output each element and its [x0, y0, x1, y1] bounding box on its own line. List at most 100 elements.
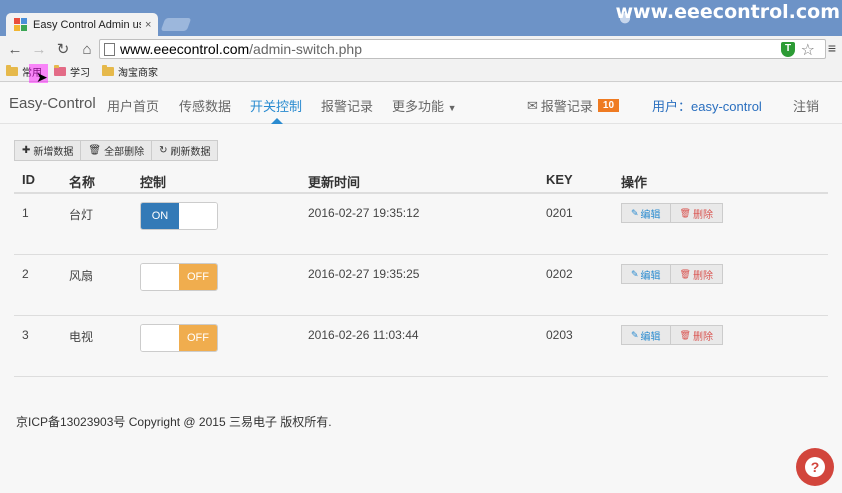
back-arrow-icon[interactable]: ← [6, 41, 24, 58]
trash-icon: 🗑 [679, 268, 691, 279]
caret-down-icon: ▼ [447, 103, 457, 113]
help-button[interactable]: ? [796, 448, 834, 486]
refresh-data-label: 刷新数据 [170, 147, 211, 158]
row-actions: ✎ 编辑 🗑 删除 [621, 264, 723, 284]
edit-button[interactable]: ✎ 编辑 [621, 203, 671, 223]
table-row: 2 风扇 OFF 2016-02-27 19:35:25 0202 ✎ 编辑 🗑 删… [14, 255, 828, 316]
tab-title: Easy Control Admin use [33, 18, 141, 31]
nav-item-sensor-data[interactable]: 传感数据 [179, 96, 231, 115]
folder-icon [102, 65, 114, 76]
toggle-switch[interactable]: OFF [140, 324, 218, 352]
edit-button[interactable]: ✎ 编辑 [621, 325, 671, 345]
edit-icon: ✎ [631, 329, 639, 340]
column-header-key: KEY [546, 172, 573, 187]
edit-button[interactable]: ✎ 编辑 [621, 264, 671, 284]
tab-close-icon[interactable]: × [145, 19, 151, 31]
toggle-switch[interactable]: OFF [140, 263, 218, 291]
forward-arrow-icon[interactable]: → [30, 41, 48, 58]
nav-item-switch-control[interactable]: 开关控制 [250, 96, 302, 115]
action-button-group: ✚ 新增数据 🗑 全部删除 ↻ 刷新数据 [14, 140, 219, 161]
trash-icon: 🗑 [679, 329, 691, 340]
delete-button[interactable]: 🗑 删除 [669, 325, 723, 345]
delete-button[interactable]: 🗑 删除 [669, 264, 723, 284]
cell-id: 1 [22, 206, 29, 220]
alarm-count-badge: 10 [597, 99, 620, 112]
bookmark-folder[interactable]: 学习 [54, 64, 90, 79]
folder-icon [6, 65, 18, 76]
cell-update-time: 2016-02-27 19:35:25 [308, 267, 420, 281]
column-header-control: 控制 [140, 175, 167, 190]
address-bar[interactable]: www.eeecontrol.com/admin-switch.php T ☆ [99, 39, 826, 59]
bookmark-star-icon[interactable]: ☆ [801, 40, 815, 60]
bookmarks-bar: 常用 学习 淘宝商家 [0, 62, 842, 82]
bookmark-label: 淘宝商家 [118, 68, 158, 79]
browser-toolbar: ← → ↻ ⌂ www.eeecontrol.com/admin-switch.… [0, 36, 842, 62]
column-header-id: ID [22, 172, 35, 187]
table-header: ID 名称 控制 更新时间 KEY 操作 [14, 165, 828, 194]
cell-name: 风扇 [69, 269, 94, 283]
shield-extension-icon[interactable]: T [781, 42, 795, 57]
edit-icon: ✎ [631, 268, 639, 279]
column-header-update-time: 更新时间 [308, 175, 361, 190]
logout-link[interactable]: 注销 [793, 96, 819, 115]
refresh-data-button[interactable]: ↻ 刷新数据 [151, 140, 219, 161]
question-mark-icon: ? [805, 457, 825, 477]
cell-id: 3 [22, 328, 29, 342]
bookmark-folder[interactable]: 淘宝商家 [102, 64, 158, 79]
new-tab-button[interactable] [160, 18, 192, 31]
nav-item-more[interactable]: 更多功能 ▼ [392, 96, 457, 115]
table-row: 1 台灯 ON 2016-02-27 19:35:12 0201 ✎ 编辑 🗑 删除 [14, 194, 828, 255]
cell-key: 0203 [546, 328, 573, 342]
row-actions: ✎ 编辑 🗑 删除 [621, 203, 723, 223]
table-row: 3 电视 OFF 2016-02-26 11:03:44 0203 ✎ 编辑 🗑 删… [14, 316, 828, 377]
edit-label: 编辑 [640, 209, 661, 221]
page-footer: 京ICP备13023903号 Copyright @ 2015 三易电子 版权所… [16, 415, 332, 429]
cell-name: 台灯 [69, 208, 94, 222]
browser-menu-icon[interactable]: ≡ [828, 40, 836, 56]
trash-icon: 🗑 [679, 207, 691, 218]
cell-name: 电视 [69, 330, 94, 344]
app-navbar: Easy-Control 用户首页 传感数据 开关控制 报警记录 更多功能 ▼ … [0, 83, 842, 124]
edit-label: 编辑 [640, 331, 661, 343]
switch-table: ID 名称 控制 更新时间 KEY 操作 1 台灯 ON 2016-02-27 … [14, 165, 828, 377]
cell-key: 0202 [546, 267, 573, 281]
edit-icon: ✎ [631, 207, 639, 218]
url-host: www.eeecontrol.com [120, 41, 250, 57]
plus-icon: ✚ [22, 145, 31, 156]
switch-off-label: OFF [179, 264, 217, 290]
delete-all-button[interactable]: 🗑 全部删除 [80, 140, 153, 161]
nav-item-alarm-records[interactable]: 报警记录 [321, 96, 373, 115]
reload-icon[interactable]: ↻ [54, 40, 72, 58]
page-icon [104, 42, 115, 56]
alarm-label: 报警记录 [540, 99, 593, 114]
column-header-actions: 操作 [621, 175, 648, 190]
browser-titlebar: Easy Control Admin use × ● www.eeecontro… [0, 0, 842, 36]
delete-label: 删除 [692, 331, 713, 343]
add-data-label: 新增数据 [33, 147, 74, 158]
delete-button[interactable]: 🗑 删除 [669, 203, 723, 223]
brand-logo[interactable]: Easy-Control [9, 95, 96, 112]
nav-item-home[interactable]: 用户首页 [107, 96, 159, 115]
switch-handle [141, 325, 179, 351]
toggle-switch[interactable]: ON [140, 202, 218, 230]
home-icon[interactable]: ⌂ [78, 41, 96, 58]
active-nav-indicator [271, 118, 283, 124]
browser-tab[interactable]: Easy Control Admin use × [6, 13, 158, 36]
cell-update-time: 2016-02-27 19:35:12 [308, 206, 420, 220]
bookmark-label: 学习 [70, 68, 90, 79]
trash-icon: 🗑 [88, 145, 102, 156]
url-path: /admin-switch.php [249, 41, 362, 57]
user-account-link[interactable]: 用户：easy-control [652, 96, 762, 115]
envelope-icon: ✉ [527, 97, 538, 113]
alarm-link[interactable]: ✉ 报警记录 10 [527, 96, 620, 115]
edit-label: 编辑 [640, 270, 661, 282]
cell-update-time: 2016-02-26 11:03:44 [308, 328, 419, 342]
site-favicon-icon [14, 18, 27, 31]
switch-off-label: OFF [179, 325, 217, 351]
folder-icon [54, 65, 66, 76]
row-actions: ✎ 编辑 🗑 删除 [621, 325, 723, 345]
cell-key: 0201 [546, 206, 573, 220]
add-data-button[interactable]: ✚ 新增数据 [14, 140, 82, 161]
delete-all-label: 全部删除 [104, 147, 145, 158]
refresh-icon: ↻ [159, 145, 168, 156]
